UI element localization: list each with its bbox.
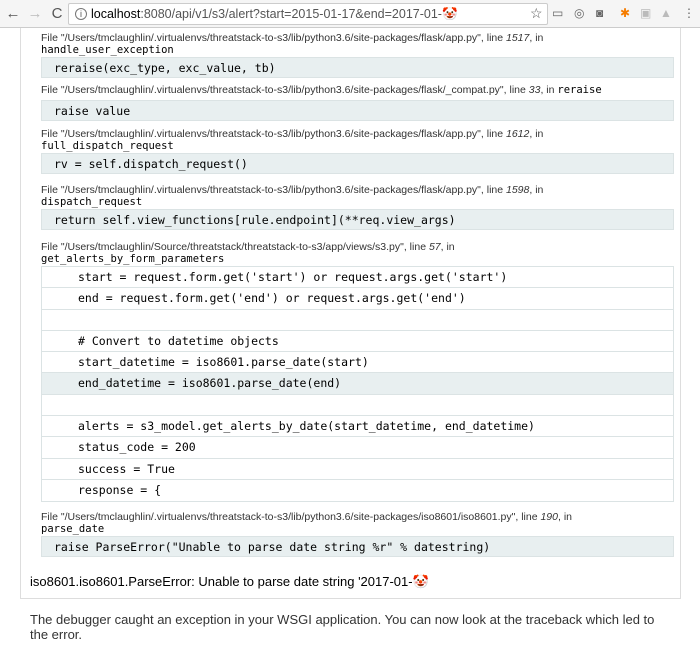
frame-function: full_dispatch_request	[41, 140, 174, 152]
source-line[interactable]	[42, 394, 673, 417]
traceback-frame: File "/Users/tmclaughlin/.virtualenvs/th…	[41, 128, 674, 174]
url-host: localhost	[91, 7, 141, 21]
back-button[interactable]: ←	[4, 5, 22, 22]
cast-icon[interactable]: ▭	[552, 6, 563, 20]
drive-icon[interactable]: ▲	[660, 6, 672, 20]
frame-file: File "/Users/tmclaughlin/.virtualenvs/th…	[41, 128, 544, 140]
frame-file: File "/Users/tmclaughlin/.virtualenvs/th…	[41, 511, 572, 523]
exception-message: iso8601.iso8601.ParseError: Unable to pa…	[30, 574, 429, 589]
frame-file: File "/Users/tmclaughlin/.virtualenvs/th…	[41, 84, 602, 96]
traceback-frame: File "/Users/tmclaughlin/Source/threatst…	[41, 241, 674, 503]
source-line[interactable]: success = True	[42, 458, 673, 480]
source-line[interactable]: response = {	[42, 479, 673, 502]
source-line[interactable]: start = request.form.get('start') or req…	[42, 267, 673, 289]
hubspot-icon[interactable]: ✱	[620, 6, 630, 20]
extension-icon[interactable]: ◎	[574, 6, 584, 20]
bookmark-star-icon[interactable]: ☆	[530, 5, 543, 22]
frame-code[interactable]: reraise(exc_type, exc_value, tb)	[41, 57, 674, 78]
frame-function: get_alerts_by_form_parameters	[41, 253, 225, 265]
frame-file: File "/Users/tmclaughlin/.virtualenvs/th…	[41, 32, 544, 44]
traceback: File "/Users/tmclaughlin/.virtualenvs/th…	[20, 28, 681, 599]
frame-code[interactable]: raise ParseError("Unable to parse date s…	[41, 536, 674, 557]
browser-toolbar: ← → C i localhost:8080/api/v1/s3/alert?s…	[0, 0, 700, 28]
debugger-explanation: The debugger caught an exception in your…	[30, 612, 655, 642]
source-line[interactable]: # Convert to datetime objects	[42, 330, 673, 353]
traceback-frame: File "/Users/tmclaughlin/.virtualenvs/th…	[41, 84, 674, 121]
menu-icon[interactable]: ⋮	[683, 6, 695, 20]
source-line[interactable]: end = request.form.get('end') or request…	[42, 288, 673, 310]
traceback-frame: File "/Users/tmclaughlin/.virtualenvs/th…	[41, 184, 674, 230]
address-bar[interactable]: i localhost:8080/api/v1/s3/alert?start=2…	[68, 3, 548, 25]
source-line[interactable]: start_datetime = iso8601.parse_date(star…	[42, 352, 673, 374]
source-line[interactable]: end_datetime = iso8601.parse_date(end)	[42, 373, 673, 395]
info-icon[interactable]: i	[75, 8, 87, 20]
traceback-frame: File "/Users/tmclaughlin/.virtualenvs/th…	[41, 511, 674, 557]
frame-file: File "/Users/tmclaughlin/Source/threatst…	[41, 241, 455, 253]
frame-code[interactable]: return self.view_functions[rule.endpoint…	[41, 209, 674, 230]
frame-function: handle_user_exception	[41, 44, 174, 56]
reload-button[interactable]: C	[48, 5, 66, 22]
traceback-frame: File "/Users/tmclaughlin/.virtualenvs/th…	[41, 32, 674, 78]
pocket-icon[interactable]: ◙	[596, 6, 603, 20]
forward-button[interactable]: →	[26, 5, 44, 22]
source-line[interactable]	[42, 309, 673, 331]
frame-file: File "/Users/tmclaughlin/.virtualenvs/th…	[41, 184, 544, 196]
source-line[interactable]: alerts = s3_model.get_alerts_by_date(sta…	[42, 416, 673, 438]
frame-function: dispatch_request	[41, 196, 143, 208]
url-path: :8080/api/v1/s3/alert?start=2015-01-17&e…	[140, 6, 458, 21]
source-listing[interactable]: start = request.form.get('start') or req…	[41, 266, 674, 503]
frame-function: parse_date	[41, 523, 105, 535]
source-line[interactable]: status_code = 200	[42, 437, 673, 459]
frame-code[interactable]: raise value	[41, 100, 674, 121]
extension-icon[interactable]: ▣	[640, 6, 651, 20]
frame-code[interactable]: rv = self.dispatch_request()	[41, 153, 674, 174]
